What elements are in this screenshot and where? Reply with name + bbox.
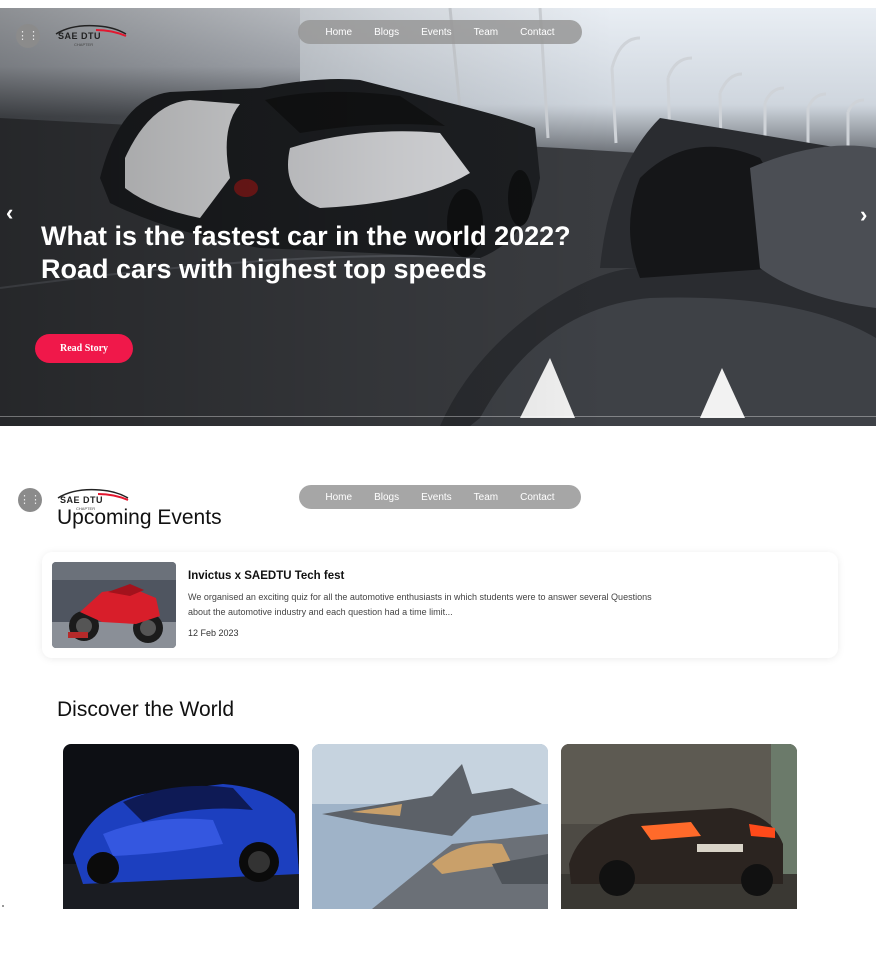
section-navbar: Home Blogs Events Team Contact — [299, 485, 581, 509]
discover-image-supercar — [561, 744, 797, 909]
event-card[interactable]: Invictus x SAEDTU Tech fest We organised… — [42, 552, 838, 658]
event-description: We organised an exciting quiz for all th… — [188, 592, 652, 617]
event-title[interactable]: Invictus x SAEDTU Tech fest — [188, 570, 344, 582]
logo[interactable]: SAE DTU CHAPTER — [52, 22, 130, 50]
stray-dot — [2, 905, 4, 907]
hero-divider — [0, 416, 876, 417]
nav-home[interactable]: Home — [325, 27, 352, 38]
hero-headline: What is the fastest car in the world 202… — [41, 221, 571, 284]
nav-team[interactable]: Team — [474, 27, 498, 38]
nav-contact[interactable]: Contact — [520, 492, 554, 503]
discover-image-hypercar — [63, 744, 299, 909]
hero-banner: ⋮⋮ SAE DTU CHAPTER Home Blogs Events Tea… — [0, 8, 876, 426]
event-date: 12 Feb 2023 — [188, 628, 239, 638]
logo-subtext: CHAPTER — [74, 42, 94, 47]
discover-card-hypercar[interactable] — [63, 744, 299, 909]
logo-text: SAE DTU — [58, 31, 102, 41]
nav-blogs[interactable]: Blogs — [374, 492, 399, 503]
discover-card-supercar[interactable] — [561, 744, 797, 909]
discover-title: Discover the World — [57, 698, 235, 721]
read-story-button[interactable]: Read Story — [35, 334, 133, 363]
nav-contact[interactable]: Contact — [520, 27, 554, 38]
hero-navbar: Home Blogs Events Team Contact — [298, 20, 582, 44]
upcoming-events-title: Upcoming Events — [57, 506, 222, 529]
grid-menu-icon[interactable]: ⋮⋮ — [16, 24, 40, 48]
nav-events[interactable]: Events — [421, 27, 452, 38]
discover-card-jets[interactable] — [312, 744, 548, 909]
event-thumbnail — [52, 562, 176, 648]
chevron-right-icon[interactable]: › — [860, 202, 867, 228]
nav-team[interactable]: Team — [474, 492, 498, 503]
chevron-left-icon[interactable]: ‹ — [6, 200, 13, 226]
nav-blogs[interactable]: Blogs — [374, 27, 399, 38]
header-brand[interactable]: ⋮⋮ SAE DTU CHAPTER — [16, 22, 130, 50]
discover-image-jets — [312, 744, 548, 909]
nav-home[interactable]: Home — [325, 492, 352, 503]
logo-text: SAE DTU — [60, 495, 104, 505]
nav-events[interactable]: Events — [421, 492, 452, 503]
grid-menu-icon[interactable]: ⋮⋮ — [18, 488, 42, 512]
hero-shade — [0, 8, 876, 426]
